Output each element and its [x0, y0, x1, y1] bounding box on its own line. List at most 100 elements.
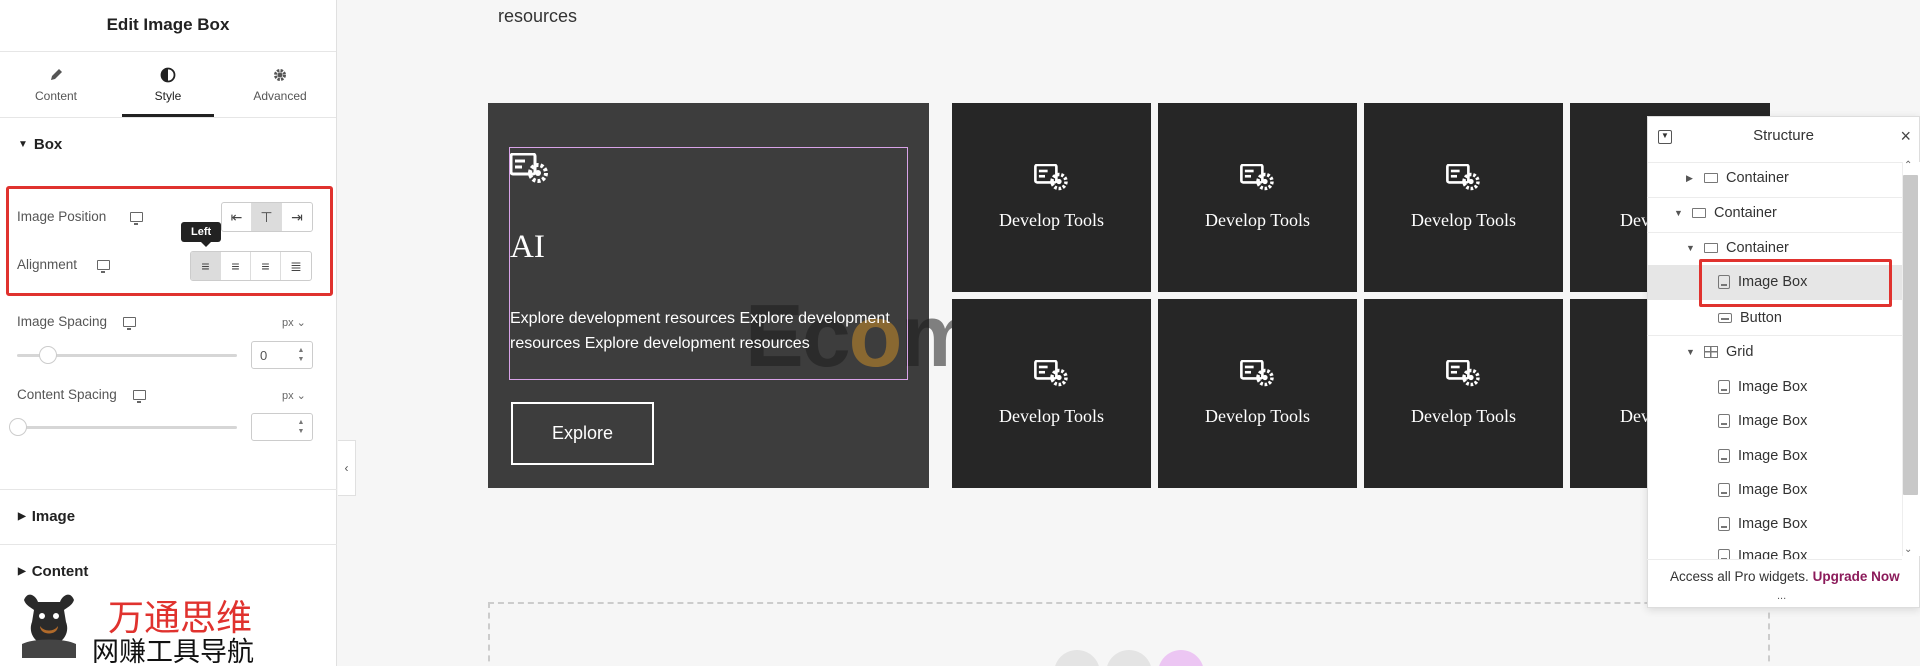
divider — [1647, 559, 1902, 560]
structure-item-container[interactable]: ▶ Container — [1686, 170, 1789, 186]
section-image-toggle[interactable]: ▶ Image — [0, 490, 337, 542]
spinner-icon[interactable]: ▲ ▼ — [294, 345, 308, 365]
image-box-tile[interactable]: Develop Tools — [1364, 103, 1563, 292]
tile-label: Develop Tools — [999, 406, 1104, 426]
position-left-button[interactable]: ⇤ — [222, 203, 252, 231]
container-icon — [1704, 173, 1718, 183]
align-center-button[interactable]: ≡ — [221, 252, 251, 280]
desktop-icon[interactable] — [132, 389, 146, 403]
image-spacing-label: Image Spacing — [17, 314, 108, 329]
caret-down-icon: ▼ — [1686, 243, 1695, 253]
image-position-buttons: ⇤ ⊤ ⇥ — [221, 202, 313, 232]
image-box-icon — [1718, 449, 1730, 463]
structure-item-label: Image Box — [1738, 448, 1808, 464]
button-icon — [1718, 313, 1732, 323]
alignment-row: Alignment — [17, 257, 111, 273]
align-right-button[interactable]: ≡ — [251, 252, 281, 280]
image-position-row: Image Position — [17, 209, 144, 225]
caret-down-icon: ▼ — [1674, 208, 1683, 218]
image-spacing-slider[interactable] — [17, 346, 237, 364]
slider-handle[interactable] — [39, 346, 57, 364]
structure-item-container[interactable]: ▼ Container — [1674, 205, 1777, 221]
pro-promo: Access all Pro widgets. Upgrade Now — [1670, 569, 1900, 584]
image-box-icon — [1718, 380, 1730, 394]
gear-icon — [274, 68, 286, 81]
scrollbar-thumb[interactable] — [1903, 175, 1918, 495]
image-spacing-row: Image Spacing — [17, 314, 137, 330]
close-icon[interactable]: × — [1900, 117, 1911, 155]
image-box-tile[interactable]: Develop Tools — [1158, 103, 1357, 292]
caret-right-icon: ▶ — [18, 510, 26, 522]
structure-item-label: Container — [1726, 240, 1789, 256]
align-left-button[interactable]: ≡ — [191, 252, 221, 280]
structure-item-label: Grid — [1726, 344, 1754, 360]
scroll-up-icon[interactable]: ⌃ — [1904, 160, 1912, 171]
watermark-cn-line2: 网赚工具导航 — [92, 637, 254, 666]
structure-item-image-box[interactable]: Image Box — [1718, 413, 1807, 429]
desktop-icon[interactable] — [97, 259, 111, 273]
structure-item-image-box[interactable]: Image Box — [1718, 379, 1807, 395]
section-box-toggle[interactable]: ▼ Box — [0, 118, 336, 170]
dev-tools-icon — [1445, 164, 1480, 191]
image-box-tile[interactable]: Develop Tools — [952, 299, 1151, 488]
structure-header: ▼ Structure × — [1648, 117, 1919, 163]
tile-label-partial: Dev — [1620, 210, 1650, 230]
dev-tools-icon — [1033, 360, 1068, 387]
desktop-icon[interactable] — [123, 316, 137, 330]
slider-handle[interactable] — [9, 418, 27, 436]
explore-button[interactable]: Explore — [511, 402, 654, 465]
position-top-button[interactable]: ⊤ — [252, 203, 282, 231]
tab-style[interactable]: Style — [112, 52, 224, 117]
resize-handle[interactable]: ... — [1777, 590, 1786, 602]
image-box-icon — [1718, 549, 1730, 559]
structure-item-button[interactable]: Button — [1718, 310, 1782, 326]
scroll-down-icon[interactable]: ⌄ — [1904, 544, 1912, 555]
spinner-icon[interactable]: ▲ ▼ — [294, 417, 308, 437]
section-image-label: Image — [31, 507, 76, 525]
content-spacing-input[interactable]: ▲ ▼ — [251, 413, 313, 441]
image-box-tile[interactable]: Develop Tools — [1364, 299, 1563, 488]
tab-content-label: Content — [34, 88, 78, 103]
alignment-buttons: ≡ ≡ ≡ ≣ — [190, 251, 312, 281]
align-justify-button[interactable]: ≣ — [281, 252, 311, 280]
dev-tools-icon — [1445, 360, 1480, 387]
tile-label: Develop Tools — [999, 210, 1104, 230]
structure-item-image-box[interactable]: Image Box — [1718, 516, 1807, 532]
alignment-label: Alignment — [17, 257, 78, 272]
section-box-label: Box — [33, 135, 63, 153]
tile-label: Develop Tools — [1205, 406, 1310, 426]
divider — [1647, 335, 1902, 336]
collapse-icon[interactable]: ▼ — [1658, 130, 1672, 144]
desktop-icon[interactable] — [130, 211, 144, 225]
structure-item-image-box[interactable]: Image Box — [1718, 482, 1807, 498]
image-box-icon — [1718, 517, 1730, 531]
structure-item-container[interactable]: ▼ Container — [1686, 240, 1789, 256]
tab-advanced[interactable]: Advanced — [224, 52, 336, 117]
container-icon — [1704, 243, 1718, 253]
image-position-label: Image Position — [17, 209, 107, 224]
collapse-panel-button[interactable]: ‹ — [338, 440, 356, 496]
dev-tools-icon — [1239, 164, 1274, 191]
image-spacing-input[interactable]: 0 ▲ ▼ — [251, 341, 313, 369]
structure-item-label: Container — [1726, 170, 1789, 186]
tab-content[interactable]: Content — [0, 52, 112, 117]
tooltip: Left — [181, 222, 222, 247]
caret-right-icon: ▶ — [1686, 172, 1693, 183]
content-spacing-unit[interactable]: px ⌄ — [282, 389, 306, 402]
upgrade-now-link[interactable]: Upgrade Now — [1813, 569, 1900, 584]
structure-item-grid[interactable]: ▼ Grid — [1686, 344, 1753, 360]
structure-item-image-box[interactable]: Image Box — [1718, 548, 1807, 559]
half-circle-icon — [160, 67, 176, 82]
structure-item-image-box[interactable]: Image Box — [1718, 448, 1807, 464]
image-spacing-unit[interactable]: px ⌄ — [282, 316, 306, 329]
position-right-button[interactable]: ⇥ — [282, 203, 312, 231]
structure-item-clip: Image Box — [1648, 546, 1902, 559]
structure-item-label: Container — [1714, 205, 1777, 221]
pencil-icon — [51, 68, 62, 80]
structure-item-label: Image Box — [1738, 413, 1808, 429]
content-spacing-slider[interactable] — [9, 418, 237, 436]
divider — [1647, 197, 1902, 198]
image-box-tile[interactable]: Develop Tools — [952, 103, 1151, 292]
image-box-tile[interactable]: Develop Tools — [1158, 299, 1357, 488]
grid-icon — [1704, 346, 1718, 358]
